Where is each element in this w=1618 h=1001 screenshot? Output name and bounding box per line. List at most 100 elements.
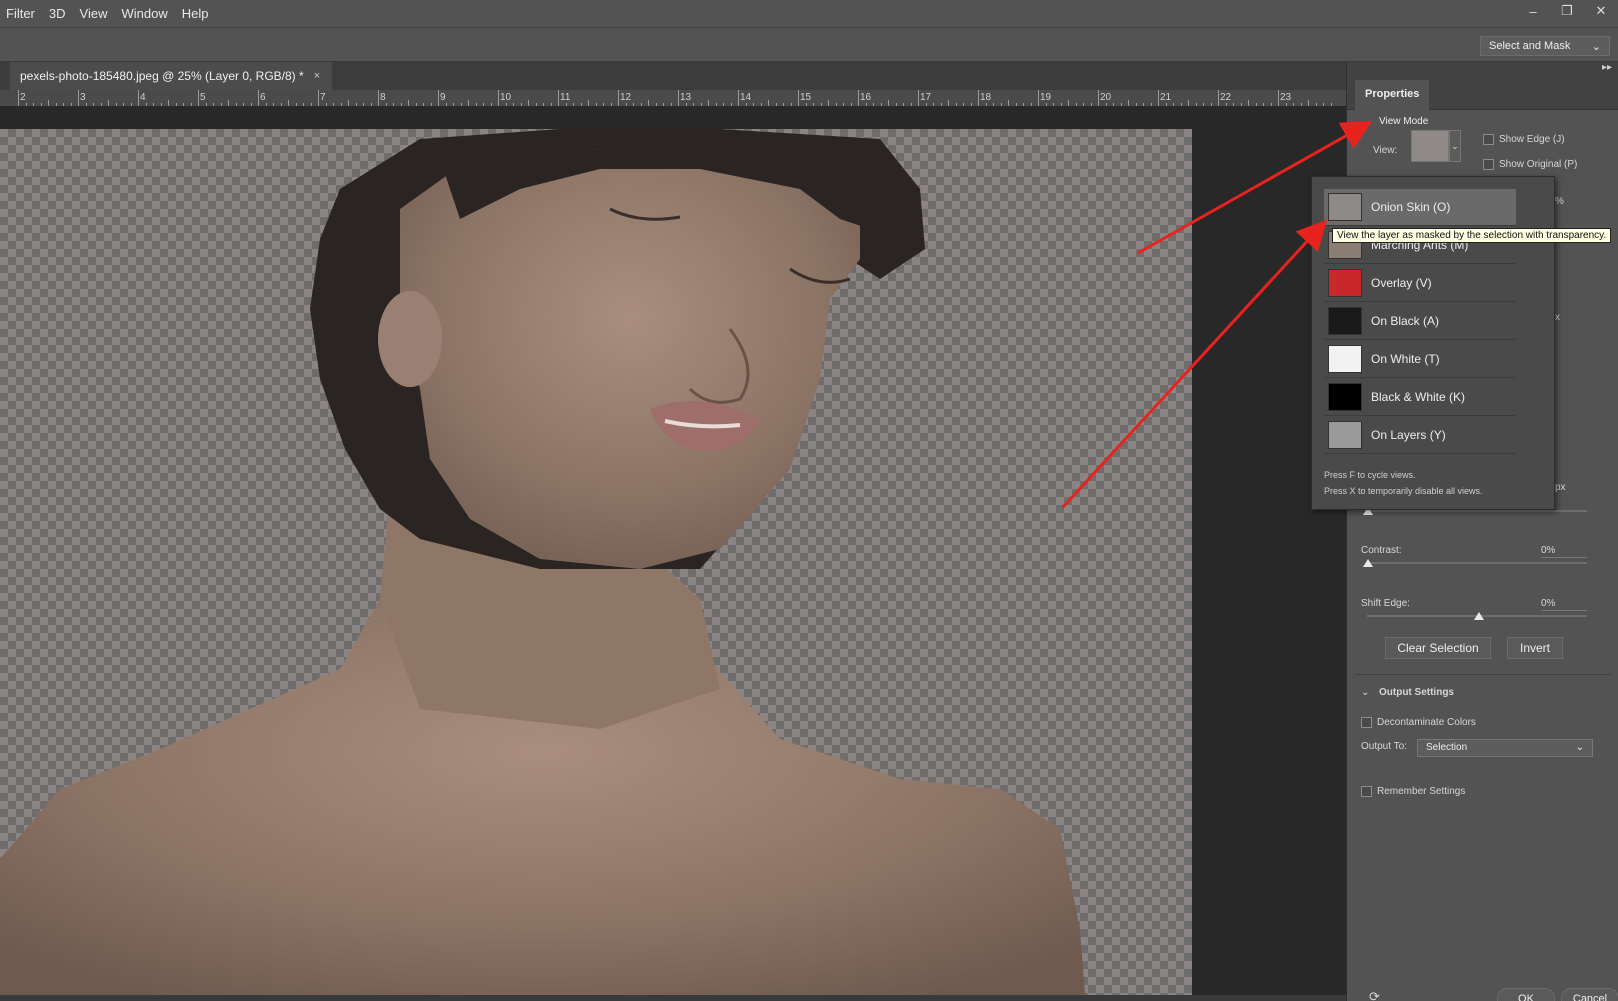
ruler-tick [753,103,754,106]
ruler-tick [438,90,439,106]
ruler-tick [865,103,867,106]
ruler-tick [78,90,79,106]
ruler-tick [108,100,109,106]
ruler-tick [280,103,282,106]
view-option-label: Overlay (V) [1371,276,1432,290]
ruler-tick [483,103,484,106]
ruler-tick [805,103,807,106]
ruler-tick [513,103,514,106]
clear-selection-button[interactable]: Clear Selection [1385,637,1491,659]
document-tab-strip: pexels-photo-185480.jpeg @ 25% (Layer 0,… [0,62,1346,90]
ruler-tick [1300,103,1302,106]
decontaminate-colors-checkbox[interactable] [1361,717,1372,728]
ruler-tick [850,103,852,106]
tab-properties[interactable]: Properties [1355,80,1430,110]
ruler-tick [505,103,507,106]
ruler-tick [610,103,612,106]
contrast-slider-knob[interactable] [1363,559,1373,567]
reset-icon[interactable]: ⟳ [1369,989,1380,1001]
ruler-tick [1225,103,1227,106]
ruler-tick [580,103,582,106]
canvas-area[interactable] [0,107,1346,995]
collapse-panel-icon[interactable]: ▸▸ [1602,62,1612,80]
ruler-tick [145,103,147,106]
ruler-tick [400,103,402,106]
ruler-tick [18,90,19,106]
ruler-tick [648,100,649,106]
view-mode-thumbnail[interactable] [1411,130,1449,162]
view-option-overlay[interactable]: Overlay (V) [1324,265,1516,302]
smooth-slider-track[interactable] [1367,510,1587,512]
show-original-checkbox[interactable] [1483,159,1494,170]
ruler-tick [760,103,762,106]
chevron-down-icon[interactable]: ⌄ [1361,687,1369,698]
ruler-tick [925,103,927,106]
ruler-tick [843,103,844,106]
ruler-tick [1090,103,1092,106]
output-to-select[interactable]: Selection ⌄ [1417,739,1593,757]
ruler-tick [498,90,499,106]
ruler-tick [445,103,447,106]
horizontal-ruler[interactable]: 2 3 4 5 6 7 8 9 10 11 12 13 14 15 16 17 18 19 20 21 22 23 [0,90,1346,107]
view-option-on-black[interactable]: On Black (A) [1324,303,1516,340]
close-tab-icon[interactable]: × [314,70,320,82]
remember-settings-checkbox[interactable] [1361,786,1372,797]
menu-view[interactable]: View [74,6,116,21]
view-option-on-layers[interactable]: On Layers (Y) [1324,417,1516,454]
ruler-tick [258,90,259,106]
contrast-slider-track[interactable] [1367,562,1587,564]
ruler-label: 17 [920,92,932,103]
ruler-tick [1263,103,1264,106]
ruler-tick [1218,90,1219,106]
cancel-button[interactable]: Cancel [1561,988,1618,1001]
ruler-tick [715,103,717,106]
ruler-tick [618,90,619,106]
ruler-tick [745,103,747,106]
ruler-tick [1038,90,1039,106]
ruler-tick [325,103,327,106]
restore-button[interactable]: ❐ [1550,0,1584,22]
ruler-tick [273,103,274,106]
ruler-tick [288,100,289,106]
ruler-tick [633,103,634,106]
ruler-label: 8 [380,92,386,103]
horizontal-scrollbar[interactable] [0,995,1346,1001]
shift-edge-value[interactable]: 0% [1541,598,1587,611]
view-option-onion-skin[interactable]: Onion Skin (O) [1324,189,1516,226]
view-option-label: Black & White (K) [1371,390,1466,404]
ruler-tick [1008,100,1009,106]
ruler-tick [385,103,387,106]
menu-3d[interactable]: 3D [43,6,74,21]
invert-button[interactable]: Invert [1507,637,1563,659]
view-option-on-white[interactable]: On White (T) [1324,341,1516,378]
ruler-tick [978,90,979,106]
workspace-select[interactable]: Select and Mask ⌄ [1480,36,1610,56]
ruler-tick [1285,103,1287,106]
shift-edge-slider-knob[interactable] [1474,612,1484,620]
view-option-black-white[interactable]: Black & White (K) [1324,379,1516,416]
minimize-button[interactable]: – [1516,0,1550,22]
ruler-tick [1233,103,1234,106]
view-cycle-note: Press F to cycle views. [1324,470,1416,480]
menu-help[interactable]: Help [176,6,217,21]
ok-button[interactable]: OK [1497,988,1555,1001]
contrast-value[interactable]: 0% [1541,545,1587,558]
ruler-tick [55,103,57,106]
onion-skin-tooltip: View the layer as masked by the selectio… [1332,228,1612,243]
show-edge-checkbox[interactable] [1483,134,1494,145]
ruler-tick [963,103,964,106]
ruler-tick [738,90,739,106]
ruler-label: 6 [260,92,266,103]
output-settings-heading[interactable]: Output Settings [1379,687,1454,698]
ruler-tick [678,90,679,106]
ruler-tick [1000,103,1002,106]
chevron-down-icon[interactable]: ⌄ [1449,130,1461,162]
close-button[interactable]: ✕ [1584,0,1618,22]
ruler-tick [1173,103,1174,106]
menu-window[interactable]: Window [115,6,175,21]
document-tab-title: pexels-photo-185480.jpeg @ 25% (Layer 0,… [20,69,304,83]
menu-filter[interactable]: Filter [0,6,43,21]
chevron-down-icon: ⌄ [1591,41,1601,53]
ruler-tick [1188,100,1189,106]
document-tab[interactable]: pexels-photo-185480.jpeg @ 25% (Layer 0,… [10,62,333,90]
